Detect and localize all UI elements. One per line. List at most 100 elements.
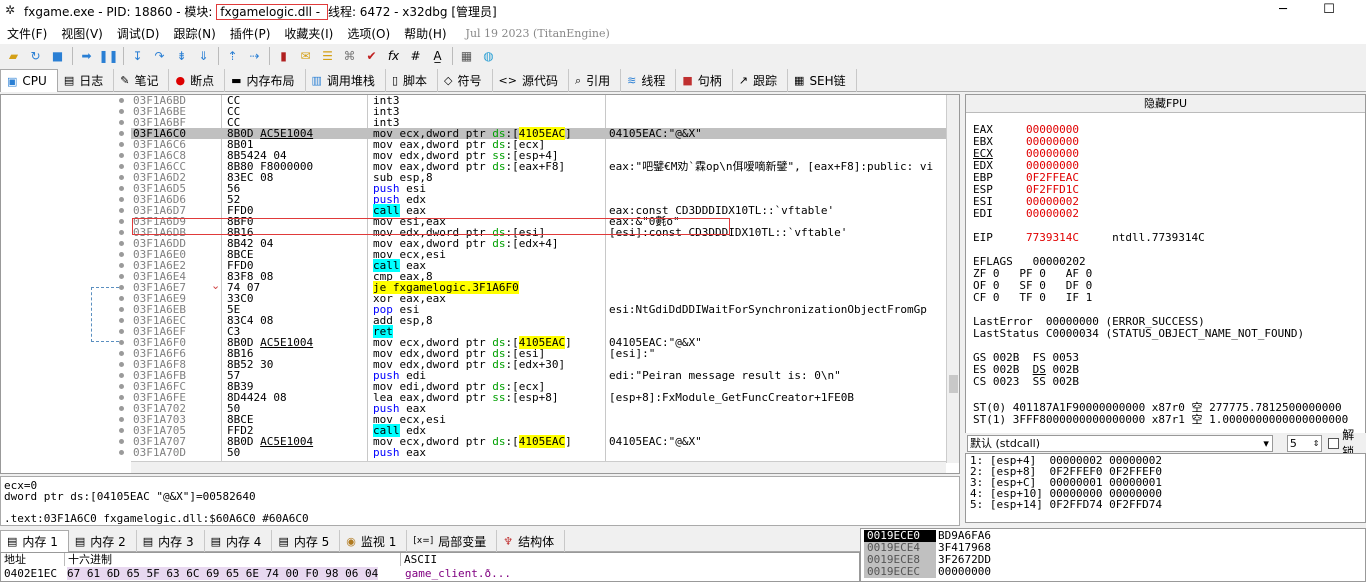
stack-view[interactable]: 0019ECE0 BD9A6FA6 0019ECE4 3F417968 0019ECE8… — [860, 528, 1366, 582]
tab-seh-chain[interactable]: ▦ SEH链 — [788, 69, 857, 92]
stack-row[interactable]: 0019ECE4 3F417968 — [861, 542, 1366, 554]
register-edi[interactable]: EDI 00000002 — [973, 207, 1079, 220]
breakpoint-bullet-icon[interactable] — [119, 439, 124, 444]
breakpoint-bullet-icon[interactable] — [119, 384, 124, 389]
scroll-thumb[interactable] — [949, 375, 958, 393]
pause-icon[interactable]: ❚❚ — [98, 46, 119, 66]
step-into-icon[interactable]: ↧ — [127, 46, 148, 66]
restart-icon[interactable]: ↻ — [25, 46, 46, 66]
disassembly-view[interactable]: 03F1A6BD CC int3 03F1A6BE CC int3 03F1A6BF CC in… — [0, 94, 960, 474]
run-to-user-code-icon[interactable]: ⇢ — [244, 46, 265, 66]
breakpoint-bullet-icon[interactable] — [119, 450, 124, 455]
tab-dump-2[interactable]: ▤ 内存 2 — [69, 530, 137, 552]
register-eip[interactable]: EIP 7739314C ntdll.7739314C — [973, 231, 1205, 244]
last-status[interactable]: LastStatus C0000034 (STATUS_OBJECT_NAME_… — [973, 327, 1304, 340]
fx-icon[interactable]: fx — [383, 46, 404, 66]
menu-debug[interactable]: 调试(D) — [110, 25, 167, 42]
segment-row[interactable]: CS 0023 SS 002B — [973, 375, 1079, 388]
breakpoint-bullet-icon[interactable] — [119, 340, 124, 345]
flags-row[interactable]: CF 0 TF 0 IF 1 — [973, 291, 1092, 304]
disasm-row[interactable]: 03F1A6BE CC int3 — [131, 106, 946, 117]
menu-help[interactable]: 帮助(H) — [397, 25, 453, 42]
unlock-checkbox[interactable] — [1328, 437, 1340, 449]
calling-convention-select[interactable]: 默认 (stdcall) ▾ — [967, 434, 1273, 452]
bookmark-icon[interactable]: ⌘ — [339, 46, 360, 66]
argument-count-spinner[interactable]: 5 ⇕ — [1286, 434, 1323, 452]
fpu-st1[interactable]: ST(1) 3FFF8000000000000000 x87r1 空 1.000… — [973, 411, 1348, 427]
breakpoint-bullet-icon[interactable] — [119, 296, 124, 301]
menu-view[interactable]: 视图(V) — [54, 25, 110, 42]
disasm-row[interactable]: 03F1A6BD CC int3 — [131, 95, 946, 106]
menu-file[interactable]: 文件(F) — [0, 25, 54, 42]
menu-options[interactable]: 选项(O) — [340, 25, 397, 42]
tab-call-stack[interactable]: ▥ 调用堆栈 — [306, 69, 386, 92]
minimize-button[interactable]: ─ — [1260, 0, 1306, 22]
disasm-row[interactable]: 03F1A6EC 83C4 08 add esp,8 — [131, 315, 946, 326]
stack-row[interactable]: 0019ECEC 00000000 — [861, 566, 1366, 578]
breakpoint-bullet-icon[interactable] — [119, 351, 124, 356]
label-icon[interactable]: ☰ — [317, 46, 338, 66]
tab-watch-1[interactable]: ◉ 监视 1 — [340, 530, 408, 552]
hash-icon[interactable]: # — [405, 46, 426, 66]
disasm-row[interactable]: 03F1A6D2 83EC 08 sub esp,8 — [131, 172, 946, 183]
execute-till-return-icon[interactable]: ⇡ — [222, 46, 243, 66]
tab-memory-map[interactable]: ▬ 内存布局 — [225, 69, 306, 92]
breakpoint-bullet-icon[interactable] — [119, 318, 124, 323]
step-over-icon[interactable]: ↷ — [149, 46, 170, 66]
breakpoint-bullet-icon[interactable] — [119, 142, 124, 147]
function-icon[interactable]: ✔ — [361, 46, 382, 66]
memory-dump[interactable]: 地址 十六进制 ASCII 0402E1EC 67 61 6D 65 5F 63… — [0, 552, 860, 582]
breakpoint-bullet-icon[interactable] — [119, 98, 124, 103]
breakpoint-bullet-icon[interactable] — [119, 329, 124, 334]
menu-trace[interactable]: 跟踪(N) — [166, 25, 222, 42]
breakpoint-bullet-icon[interactable] — [119, 373, 124, 378]
disasm-vertical-scrollbar[interactable] — [946, 95, 959, 463]
tab-notes[interactable]: ✎ 笔记 — [114, 69, 170, 92]
tab-script[interactable]: ▯ 脚本 — [386, 69, 439, 92]
breakpoint-bullet-icon[interactable] — [119, 186, 124, 191]
stop-icon[interactable]: ■ — [47, 46, 68, 66]
breakpoint-bullet-icon[interactable] — [119, 175, 124, 180]
breakpoint-bullet-icon[interactable] — [119, 208, 124, 213]
comment-icon[interactable]: ✉ — [295, 46, 316, 66]
tab-locals[interactable]: [x=] 局部变量 — [407, 530, 498, 552]
trace-over-icon[interactable]: ⇓ — [193, 46, 214, 66]
breakpoint-bullet-icon[interactable] — [119, 219, 124, 224]
menu-favourites[interactable]: 收藏夹(I) — [277, 25, 340, 42]
stack-row[interactable]: 0019ECE0 BD9A6FA6 — [861, 530, 1366, 542]
breakpoint-bullet-icon[interactable] — [119, 395, 124, 400]
breakpoint-bullet-icon[interactable] — [119, 153, 124, 158]
tab-dump-5[interactable]: ▤ 内存 5 — [272, 530, 341, 552]
breakpoint-bullet-icon[interactable] — [119, 428, 124, 433]
tab-references[interactable]: ⌕ 引用 — [569, 69, 622, 92]
scylla-icon[interactable]: ▮ — [273, 46, 294, 66]
breakpoint-bullet-icon[interactable] — [119, 252, 124, 257]
breakpoint-bullet-icon[interactable] — [119, 285, 124, 290]
run-icon[interactable]: ➡ — [76, 46, 97, 66]
tab-threads[interactable]: ≋ 线程 — [621, 69, 677, 92]
stack-row[interactable]: 0019ECE8 3F2672DD — [861, 554, 1366, 566]
tab-trace[interactable]: ↗ 跟踪 — [733, 69, 789, 92]
tab-symbols[interactable]: ◇ 符号 — [438, 69, 493, 92]
breakpoint-bullet-icon[interactable] — [119, 417, 124, 422]
breakpoint-bullet-icon[interactable] — [119, 263, 124, 268]
tab-handles[interactable]: ■ 句柄 — [676, 69, 733, 92]
breakpoint-bullet-icon[interactable] — [119, 109, 124, 114]
breakpoint-bullet-icon[interactable] — [119, 274, 124, 279]
tab-source[interactable]: <> 源代码 — [493, 69, 569, 92]
tab-dump-3[interactable]: ▤ 内存 3 — [137, 530, 205, 552]
dump-ascii[interactable]: game_client.ð... — [405, 567, 511, 580]
disasm-row[interactable]: 03F1A70D 50 push eax — [131, 447, 946, 458]
breakpoint-bullet-icon[interactable] — [119, 307, 124, 312]
maximize-button[interactable]: ☐ — [1306, 0, 1352, 22]
disasm-row[interactable]: 03F1A6D5 56 push esi — [131, 183, 946, 194]
stack-arg-row[interactable]: 5: [esp+14] 0F2FFD74 0F2FFD74 — [970, 498, 1162, 511]
breakpoint-bullet-icon[interactable] — [119, 164, 124, 169]
breakpoint-bullet-icon[interactable] — [119, 197, 124, 202]
tab-dump-4[interactable]: ▤ 内存 4 — [205, 530, 273, 552]
tab-dump-1[interactable]: ▤ 内存 1 — [0, 530, 69, 552]
tab-cpu[interactable]: ▣ CPU — [0, 69, 58, 92]
disasm-row[interactable]: 03F1A707 8B0D AC5E1004 mov ecx,dword ptr d… — [131, 435, 946, 448]
breakpoint-bullet-icon[interactable] — [119, 362, 124, 367]
breakpoint-bullet-icon[interactable] — [119, 241, 124, 246]
